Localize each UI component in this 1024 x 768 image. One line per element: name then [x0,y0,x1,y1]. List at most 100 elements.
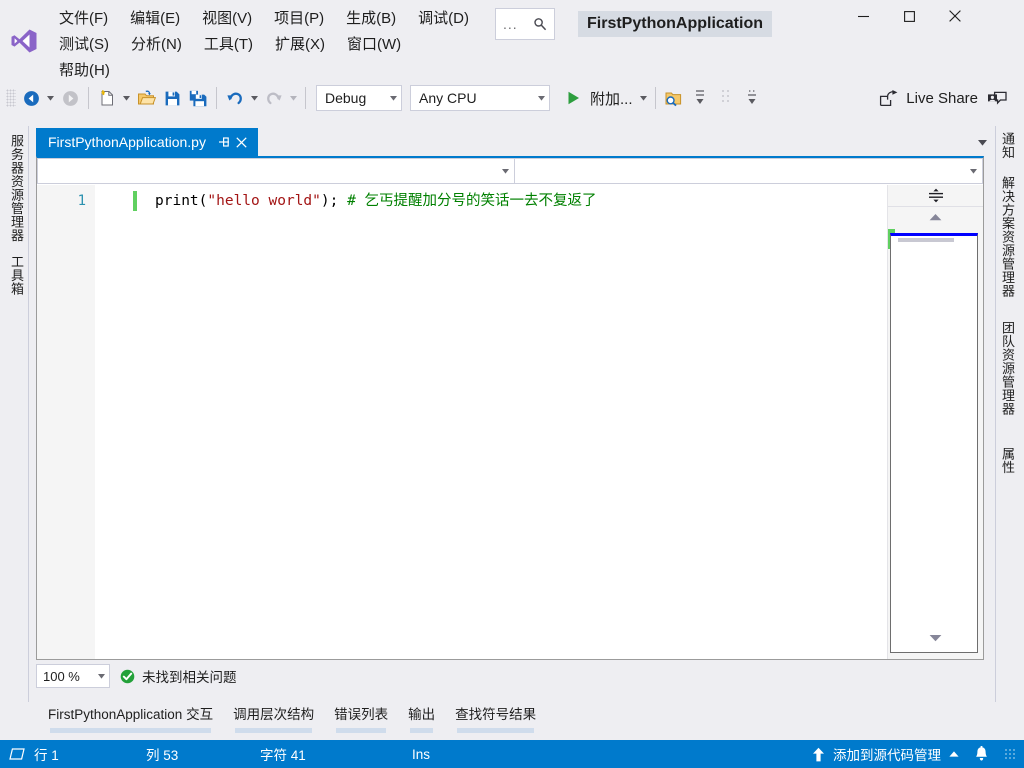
undo-icon[interactable] [222,85,248,111]
status-insert-mode[interactable]: Ins [412,747,430,762]
issue-status-label: 未找到相关问题 [142,670,237,685]
code-surface[interactable]: 1 print("hello world"); # 乞丐提醒加分号的笑话一去不复… [37,185,888,659]
tool-window-tabstrip: FirstPythonApplication 交互 调用层次结构 错误列表 输出… [0,702,1024,740]
menu-item-project[interactable]: 项目(P) [263,7,335,31]
navigate-backward-icon[interactable] [18,85,44,111]
menu-item-tools[interactable]: 工具(T) [193,33,264,57]
save-icon[interactable] [159,85,185,111]
navigate-backward-dropdown[interactable] [44,85,57,111]
start-debug-button[interactable]: 附加... [560,85,650,111]
sidebar-item-notifications[interactable]: 通知 [992,128,1023,163]
feedback-icon[interactable] [984,85,1010,111]
new-item-icon[interactable] [94,85,120,111]
minimize-button[interactable] [840,0,886,32]
line-number-gutter [37,185,95,659]
menu-item-debug[interactable]: 调试(D) [407,7,480,31]
minimap-body[interactable] [888,229,983,653]
issue-status[interactable]: 未找到相关问题 [120,666,237,686]
menu-item-analyze[interactable]: 分析(N) [120,33,193,57]
sidebar-item-solution-explorer[interactable]: 解决方案资源管理器 [992,172,1023,302]
maximize-button[interactable] [886,0,932,32]
close-icon[interactable] [233,133,250,151]
tab-underline [457,728,535,733]
caret-up-icon [949,751,959,757]
find-in-files-icon[interactable] [661,85,687,111]
upload-arrow-icon [812,747,825,762]
zoom-level-value: 100 % [43,668,80,684]
configuration-value: Debug [325,90,367,106]
menu-item-window[interactable]: 窗口(W) [336,33,412,57]
toolbar-separator [88,87,89,109]
sidebar-item-team-explorer[interactable]: 团队资源管理器 [992,317,1023,420]
resize-grip[interactable] [1004,748,1016,760]
tab-underline [235,728,313,733]
zoom-level-combo[interactable]: 100 % [36,664,110,688]
platform-combo[interactable]: Any CPU [410,85,550,111]
save-all-icon[interactable] [185,85,211,111]
live-share-label: Live Share [906,89,978,107]
open-file-icon[interactable] [133,85,159,111]
tab-label: 调用层次结构 [233,707,315,722]
scroll-up-icon[interactable] [888,206,983,228]
live-share-button[interactable]: Live Share [873,84,984,112]
menu-item-view[interactable]: 视图(V) [191,7,263,31]
sidebar-item-server-explorer[interactable]: 服务器资源管理器 [1,130,32,246]
configuration-combo[interactable]: Debug [316,85,402,111]
undo-dropdown[interactable] [248,85,261,111]
close-button[interactable] [932,0,978,32]
search-icon [533,17,547,31]
start-debug-label: 附加... [590,90,633,108]
menu-item-test[interactable]: 测试(S) [48,33,120,57]
sidebar-item-toolbox[interactable]: 工具箱 [1,251,32,300]
menu-item-file[interactable]: 文件(F) [48,7,119,31]
check-circle-icon [120,669,135,684]
pin-icon[interactable] [216,133,233,151]
tab-underline [410,728,434,733]
tab-interactive[interactable]: FirstPythonApplication 交互 [38,702,223,736]
tab-firstpythonapplication-py[interactable]: FirstPythonApplication.py [36,128,258,156]
sidebar-item-properties[interactable]: 属性 [992,443,1023,478]
add-to-source-control-label: 添加到源代码管理 [833,748,941,763]
menu-item-edit[interactable]: 编辑(E) [119,7,191,31]
toolbar-overflow-1[interactable] [687,85,713,111]
tab-find-symbol-results[interactable]: 查找符号结果 [445,702,546,736]
tab-call-hierarchy[interactable]: 调用层次结构 [223,702,324,736]
code-editor: 1 print("hello world"); # 乞丐提醒加分号的笑话一去不复… [36,156,984,660]
editor-status-strip: 100 % 未找到相关问题 [36,662,984,690]
toolbar-overflow-3[interactable] [739,85,765,111]
platform-value: Any CPU [419,90,477,106]
tab-label: 查找符号结果 [455,707,537,722]
scroll-down-icon[interactable] [888,627,983,649]
navigation-bar [37,158,983,184]
menu-item-extensions[interactable]: 扩展(X) [264,33,336,57]
chevron-down-icon [502,168,509,174]
vertical-scroll-map [887,185,983,659]
split-handle-icon[interactable] [888,185,983,207]
bell-icon[interactable] [968,746,995,762]
member-selector-combo[interactable] [514,158,983,184]
minimap-viewport[interactable] [890,233,978,653]
search-input[interactable]: ... [495,8,555,40]
toolbar-overflow-2[interactable] [713,85,739,111]
ready-icon [0,748,34,760]
toolbar-grip[interactable] [6,89,16,107]
tab-error-list[interactable]: 错误列表 [324,702,398,736]
toolbar-separator-2 [216,87,217,109]
new-item-dropdown[interactable] [120,85,133,111]
share-icon [879,89,899,107]
tab-label: 错误列表 [334,707,389,722]
add-to-source-control-button[interactable]: 添加到源代码管理 [812,744,959,764]
tab-output[interactable]: 输出 [398,702,445,736]
redo-dropdown[interactable] [287,85,300,111]
status-right-group: 添加到源代码管理 [812,744,1016,764]
tab-label: 输出 [408,707,436,722]
start-debug-dropdown[interactable] [637,85,650,111]
minimap-code-preview [898,238,954,242]
tab-underline [336,728,387,733]
navigate-forward-icon[interactable] [57,85,83,111]
redo-icon[interactable] [261,85,287,111]
chevron-down-icon[interactable] [973,134,991,152]
change-marker [133,191,137,211]
menu-item-build[interactable]: 生成(B) [335,7,407,31]
type-selector-combo[interactable] [37,158,514,184]
